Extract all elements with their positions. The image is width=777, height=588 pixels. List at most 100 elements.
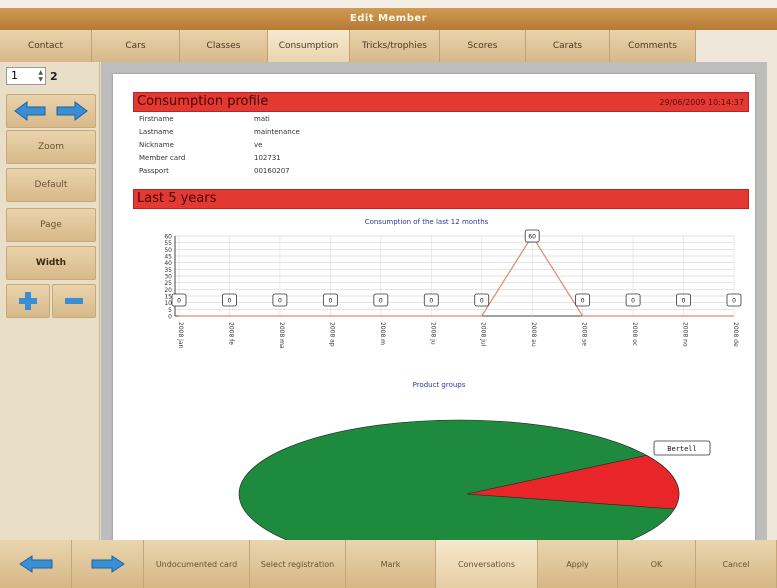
top-strip	[0, 0, 777, 8]
last-years-title: Last 5 years	[137, 191, 217, 206]
x-tick-label: 2008 de	[732, 322, 739, 347]
data-point-label: 60	[524, 229, 540, 243]
data-label-text: 0	[177, 298, 181, 305]
spinner-arrows-icon[interactable]: ▲ ▼	[38, 69, 43, 83]
minus-icon	[65, 298, 83, 304]
zoom-in-button[interactable]	[6, 284, 50, 318]
info-label: Passport	[139, 167, 169, 175]
data-label-text: 0	[278, 298, 282, 305]
mark-button[interactable]: Mark	[346, 540, 436, 588]
page-total: 2	[50, 69, 58, 83]
prev-next-arrows-icon[interactable]	[11, 99, 91, 123]
default-button[interactable]: Default	[6, 168, 96, 202]
tab-scores[interactable]: Scores	[440, 30, 526, 62]
pie-label-text: Bertell	[667, 445, 697, 453]
x-tick-label: 2008 oc	[631, 322, 638, 346]
data-point-label: 0	[625, 293, 641, 307]
back-button[interactable]	[0, 540, 72, 588]
data-point-label: 0	[474, 293, 490, 307]
tab-contact[interactable]: Contact	[0, 30, 92, 62]
data-label-text: 0	[480, 298, 484, 305]
conversations-button[interactable]: Conversations	[436, 540, 538, 588]
data-point-label: 0	[222, 293, 237, 307]
vertical-scrollbar[interactable]	[767, 62, 777, 540]
line-chart-title: Consumption of the last 12 months	[365, 218, 489, 226]
ok-button[interactable]: OK	[618, 540, 696, 588]
pie-label-bertell: Bertell	[653, 440, 711, 456]
data-point-label: 0	[423, 293, 439, 307]
width-button[interactable]: Width	[6, 246, 96, 280]
info-value: 102731	[254, 154, 281, 162]
data-point-label: 0	[676, 293, 691, 307]
x-tick-label: 2008 se	[581, 322, 588, 346]
zoom-button[interactable]: Zoom	[6, 130, 96, 164]
info-label: Nickname	[139, 141, 174, 149]
info-label: Lastname	[139, 128, 174, 136]
page-nav-buttons	[6, 94, 96, 128]
info-value: maintenance	[254, 128, 300, 136]
undocumented-card-button[interactable]: Undocumented card	[144, 540, 250, 588]
x-tick-label: 2008 fe	[227, 322, 234, 345]
data-label-text: 0	[732, 298, 736, 305]
x-tick-label: 2008 no	[682, 322, 689, 347]
tab-comments[interactable]: Comments	[610, 30, 696, 62]
info-label: Member card	[139, 154, 186, 162]
y-tick-label: 0	[168, 314, 172, 321]
cancel-button[interactable]: Cancel	[696, 540, 777, 588]
select-registration-button[interactable]: Select registration	[250, 540, 346, 588]
x-tick-label: 2008 ju	[429, 322, 436, 345]
info-value: ve	[254, 141, 263, 149]
data-point-label: 0	[726, 293, 742, 307]
arrow-right-icon	[91, 555, 125, 573]
report-preview-area[interactable]: Consumption profile 29/06/2009 10:14:37 …	[101, 62, 767, 540]
tab-filler	[696, 30, 777, 62]
data-label-text: 0	[379, 298, 383, 305]
info-value: mati	[254, 115, 270, 123]
page-button[interactable]: Page	[6, 208, 96, 242]
report-timestamp: 29/06/2009 10:14:37	[659, 98, 744, 107]
window-title: Edit Member	[0, 8, 777, 30]
data-label-text: 0	[429, 298, 433, 305]
data-point-label: 0	[322, 293, 338, 307]
data-label-text: 0	[631, 298, 635, 305]
data-point-label: 0	[373, 293, 389, 307]
data-point-label: 0	[171, 293, 187, 307]
x-tick-label: 2008 au	[530, 322, 537, 347]
x-tick-label: 2008 jul	[480, 322, 487, 347]
data-label-text: 0	[228, 298, 232, 305]
preview-sidebar: 1 ▲ ▼ 2 Zoom Default Page Width	[0, 62, 100, 540]
tab-tricks-trophies[interactable]: Tricks/trophies	[350, 30, 440, 62]
page-spinner: 1 ▲ ▼ 2	[6, 66, 58, 86]
tab-classes[interactable]: Classes	[180, 30, 268, 62]
forward-button[interactable]	[72, 540, 144, 588]
zoom-out-button[interactable]	[52, 284, 96, 318]
data-label-text: 0	[328, 298, 332, 305]
report-title-bar: Consumption profile 29/06/2009 10:14:37	[133, 92, 749, 112]
tab-carats[interactable]: Carats	[526, 30, 610, 62]
data-label-text: 0	[682, 298, 686, 305]
page-number-value: 1	[11, 69, 18, 82]
page-number-input[interactable]: 1 ▲ ▼	[6, 67, 46, 85]
edit-member-window: Edit Member Contact Cars Classes Consump…	[0, 0, 777, 588]
last-years-bar: Last 5 years	[133, 189, 749, 209]
report-title: Consumption profile	[137, 94, 269, 109]
info-value: 00160207	[254, 167, 290, 175]
data-point-label: 0	[272, 293, 288, 307]
tab-cars[interactable]: Cars	[92, 30, 180, 62]
x-tick-label: 2008 jan	[177, 322, 184, 349]
data-label-text: 60	[528, 234, 536, 241]
tab-consumption[interactable]: Consumption	[268, 30, 350, 62]
plus-icon	[19, 292, 37, 310]
x-tick-label: 2008 ma	[278, 322, 285, 349]
product-groups-pie-chart: Product groupsBertellVARIOUS	[238, 381, 711, 540]
consumption-line-chart: Consumption of the last 12 months6055504…	[164, 218, 742, 349]
bottom-toolbar: Undocumented card Select registration Ma…	[0, 540, 777, 588]
apply-button[interactable]: Apply	[538, 540, 618, 588]
x-tick-label: 2008 m	[379, 322, 386, 345]
data-point-label: 0	[575, 293, 591, 307]
x-tick-label: 2008 ap	[328, 322, 335, 347]
tab-bar: Contact Cars Classes Consumption Tricks/…	[0, 30, 777, 62]
data-label-text: 0	[581, 298, 585, 305]
report-page: Consumption profile 29/06/2009 10:14:37 …	[113, 74, 755, 540]
pie-chart-title: Product groups	[413, 381, 466, 389]
